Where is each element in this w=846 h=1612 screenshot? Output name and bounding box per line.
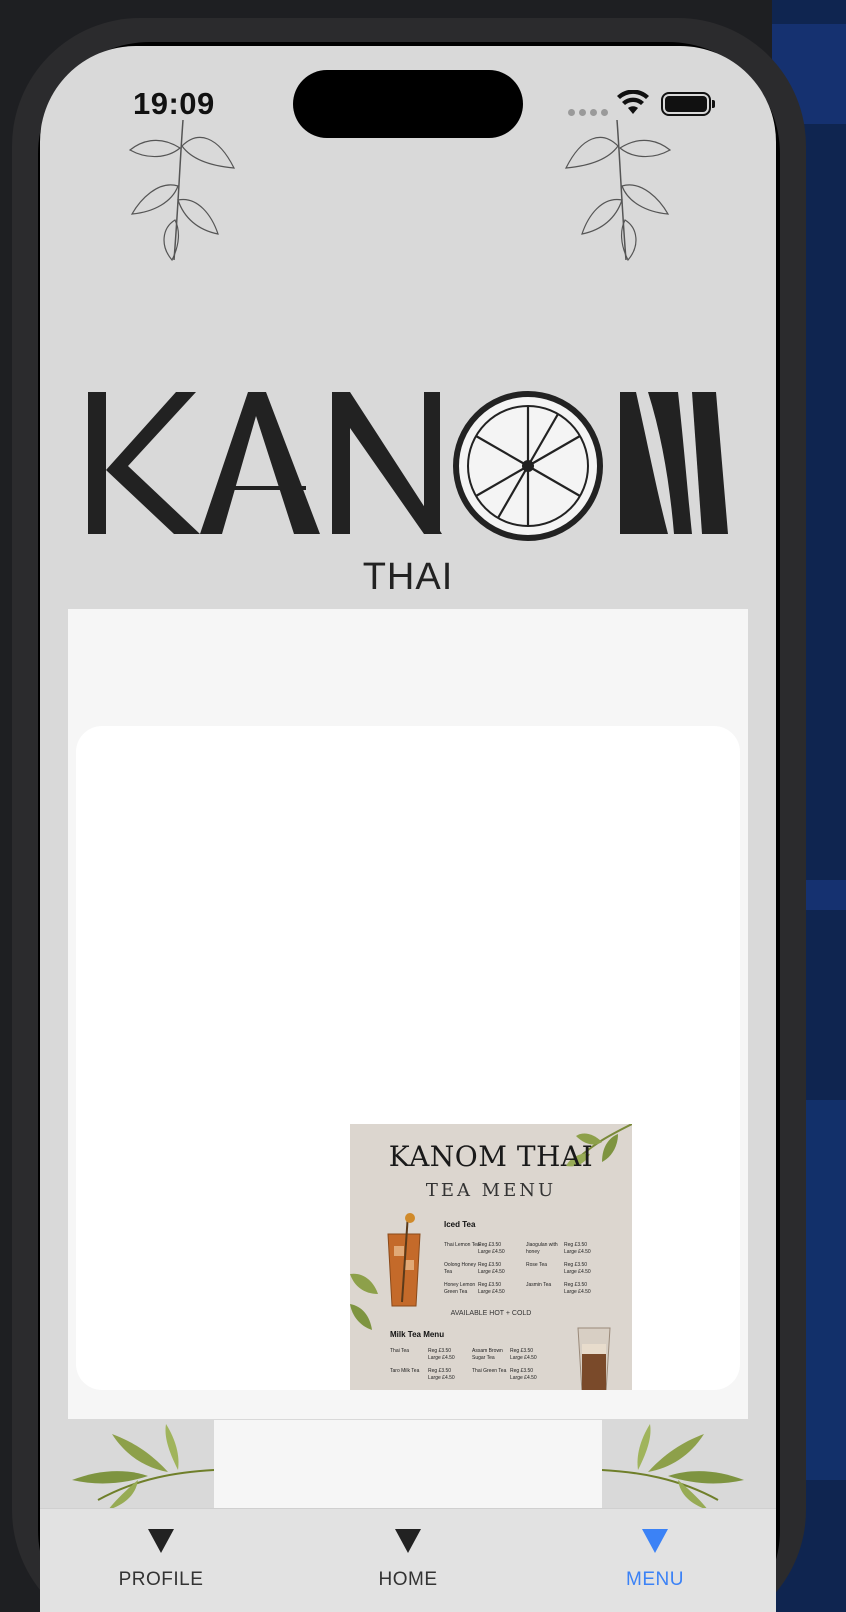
iced-tea-glass-icon (387, 1213, 421, 1307)
menu-item: Taro Milk Tea (390, 1368, 420, 1374)
status-time: 19:09 (133, 86, 215, 121)
milk-tea-glass-icon (577, 1327, 611, 1390)
menu-item-price: Reg £3.50 Large £4.50 (478, 1242, 505, 1255)
tab-profile[interactable]: PROFILE (61, 1509, 261, 1612)
leaf-decoration-left (68, 1420, 215, 1510)
tab-label: MENU (626, 1569, 684, 1590)
menu-item: Thai Green Tea (472, 1368, 507, 1374)
bamboo-leaves-icon (72, 1424, 215, 1510)
menu-item: Jasmin Tea (526, 1282, 552, 1288)
tab-bar: PROFILE HOME MENU (40, 1508, 776, 1612)
menu-section-iced: Iced Tea (444, 1220, 476, 1229)
tab-label: HOME (378, 1569, 438, 1590)
battery-icon (661, 92, 715, 116)
menu-item: Thai Tea (390, 1348, 410, 1354)
logo-lettering (88, 391, 728, 541)
dynamic-island (293, 70, 523, 138)
logo-text: KANOM (88, 386, 89, 387)
brand-logo: KANOM (88, 386, 728, 546)
leaf-decoration-right (601, 1420, 748, 1510)
leaf-decoration-icon (350, 1273, 378, 1330)
menu-item-price: Reg £3.50 Large £4.50 (564, 1242, 591, 1255)
menu-image-subtitle: TEA MENU (425, 1180, 557, 1201)
tea-menu-image[interactable]: KANOM THAI TEA MENU Iced Tea Thai Lemon … (350, 1124, 632, 1390)
menu-item-price: Reg £3.50 Large £4.50 (510, 1348, 537, 1361)
menu-item-price: Reg £3.50 Large £4.50 (428, 1348, 455, 1361)
app-screen: 19:09 THAI KANOM THAI TEA MENU Iced Tea … (40, 46, 776, 1612)
menu-item-price: Reg £3.50 Large £4.50 (478, 1282, 505, 1295)
menu-image-title: KANOM THAI (388, 1140, 594, 1173)
menu-item: Honey Lemon Green Tea (444, 1282, 476, 1295)
menu-item: Rose Tea (526, 1262, 548, 1268)
triangle-down-icon (395, 1529, 421, 1553)
tab-menu[interactable]: MENU (555, 1509, 755, 1612)
menu-item: Oolong Honey Tea (444, 1262, 476, 1275)
triangle-down-icon (642, 1529, 668, 1553)
wifi-icon (617, 90, 649, 114)
sprig-right-icon (564, 120, 672, 262)
menu-item: Assam Brown Sugar Tea (472, 1348, 503, 1361)
triangle-down-icon (148, 1529, 174, 1553)
menu-item-price: Reg £3.50 Large £4.50 (510, 1368, 537, 1381)
menu-item-price: Reg £3.50 Large £4.50 (564, 1262, 591, 1275)
logo-subtitle: THAI (362, 556, 454, 598)
menu-item-price: Reg £3.50 Large £4.50 (478, 1262, 505, 1275)
tab-home[interactable]: HOME (308, 1509, 508, 1612)
menu-availability-note: AVAILABLE HOT + COLD (450, 1310, 532, 1317)
menu-section-milk: Milk Tea Menu (390, 1330, 445, 1339)
content-panel-bottom (214, 1420, 602, 1512)
menu-item-price: Reg £3.50 Large £4.50 (564, 1282, 591, 1295)
bamboo-leaves-icon (601, 1424, 744, 1510)
sprig-left-icon (128, 120, 236, 262)
menu-item-price: Reg £3.50 Large £4.50 (428, 1368, 455, 1381)
tab-label: PROFILE (118, 1569, 204, 1590)
menu-item: Jiaogulan with honey (526, 1242, 558, 1255)
signal-icon (568, 109, 608, 116)
